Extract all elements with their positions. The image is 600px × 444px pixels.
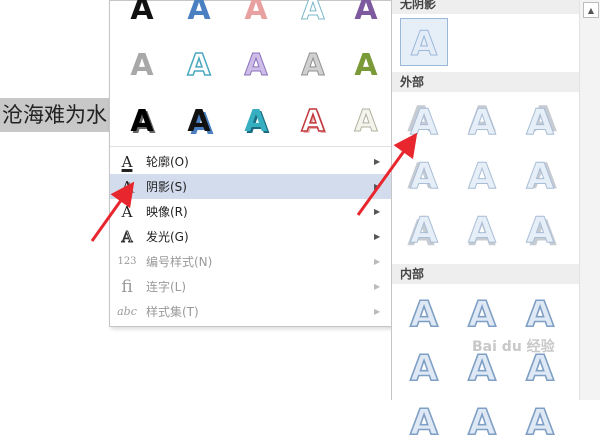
outer-shadow-a-icon: AA — [526, 210, 558, 252]
outer-shadow-option-6[interactable]: AA — [516, 150, 564, 198]
glow-a-icon: A — [121, 227, 133, 246]
effect-style-r1c1[interactable]: A — [122, 0, 162, 29]
outer-shadow-option-2[interactable]: AA — [458, 96, 506, 144]
outer-shadow-a-icon: AA — [526, 156, 558, 198]
shadow-option-none[interactable]: A — [400, 18, 448, 66]
chevron-right-icon: ▶ — [374, 232, 381, 241]
effect-style-r2c3[interactable]: A — [236, 45, 276, 85]
inner-shadow-option-8[interactable]: A — [458, 396, 506, 444]
svg-text:A: A — [410, 348, 438, 389]
svg-text:A: A — [468, 210, 496, 251]
outer-shadow-a-icon: AA — [407, 210, 439, 252]
text-effect-gallery: A A A A A A A A A A A A A A A — [110, 0, 392, 146]
outer-shadow-a-icon: AA — [407, 99, 439, 143]
svg-text:A: A — [410, 402, 438, 443]
outer-shadow-option-9[interactable]: AA — [516, 204, 564, 252]
svg-text:A: A — [410, 156, 438, 197]
chevron-right-icon: ▶ — [374, 182, 381, 191]
menu-item-outline[interactable]: A 轮廓(O) ▶ — [110, 149, 392, 174]
shadow-a-icon: A — [121, 177, 133, 196]
outline-a-icon: A — [121, 152, 133, 171]
submenu-scrollbar[interactable]: ▲ — [579, 0, 600, 400]
style-set-icon: abc — [117, 305, 137, 318]
outer-shadow-option-1[interactable]: AA — [400, 96, 448, 144]
menu-item-glow[interactable]: A 发光(G) ▶ — [110, 224, 392, 249]
effect-style-r3c2[interactable]: A — [179, 101, 219, 141]
effect-style-r2c2[interactable]: A — [179, 45, 219, 85]
menu-item-number-style[interactable]: 123 编号样式(N) ▶ — [110, 249, 392, 274]
svg-text:A: A — [526, 156, 554, 197]
document-selected-text: 沧海难为水 — [0, 98, 112, 132]
svg-text:A: A — [468, 102, 496, 143]
outer-shadow-a-icon: AA — [407, 156, 439, 198]
inner-shadow-a-icon: A — [467, 293, 497, 335]
section-header-no-shadow: 无阴影 — [392, 0, 580, 14]
outer-shadow-a-icon: AA — [468, 156, 497, 198]
svg-text:A: A — [526, 210, 554, 251]
menu-separator — [110, 146, 392, 147]
svg-text:A: A — [410, 102, 438, 143]
svg-text:A: A — [411, 24, 438, 62]
inner-shadow-a-icon: A — [525, 293, 555, 335]
outer-shadow-option-5[interactable]: AA — [458, 150, 506, 198]
inner-shadow-option-1[interactable]: A — [400, 288, 448, 336]
inner-shadow-a-icon: A — [409, 401, 439, 443]
outer-shadow-a-icon: AA — [468, 99, 497, 143]
section-header-outer: 外部 — [392, 72, 580, 92]
ligature-icon: fi — [121, 276, 133, 297]
effect-style-r1c3[interactable]: A — [236, 0, 276, 29]
outer-shadow-option-7[interactable]: AA — [400, 204, 448, 252]
chevron-right-icon: ▶ — [374, 157, 381, 166]
svg-text:A: A — [410, 294, 438, 335]
shadow-none-a-icon: A — [410, 24, 438, 63]
scroll-up-arrow-icon[interactable]: ▲ — [583, 2, 599, 18]
effect-style-r3c3[interactable]: A — [236, 101, 276, 141]
effect-style-r3c1[interactable]: A — [122, 101, 162, 141]
menu-item-ligature[interactable]: fi 连字(L) ▶ — [110, 274, 392, 299]
text-effects-menu: A A A A A A A A A A A A A A A A 轮廓(O) ▶ … — [109, 0, 393, 327]
svg-text:A: A — [468, 294, 496, 335]
inner-shadow-a-icon: A — [525, 401, 555, 443]
inner-shadow-a-icon: A — [409, 347, 439, 389]
menu-item-style-set[interactable]: abc 样式集(T) ▶ — [110, 299, 392, 324]
chevron-right-icon: ▶ — [374, 307, 381, 316]
svg-text:A: A — [526, 294, 554, 335]
chevron-right-icon: ▶ — [374, 282, 381, 291]
outer-shadow-a-icon: AA — [526, 99, 558, 143]
inner-shadow-a-icon: A — [467, 401, 497, 443]
svg-text:A: A — [526, 102, 554, 143]
effect-style-r1c4[interactable]: A — [293, 0, 333, 29]
inner-shadow-option-3[interactable]: A — [516, 288, 564, 336]
inner-shadow-option-2[interactable]: A — [458, 288, 506, 336]
outer-shadow-option-4[interactable]: AA — [400, 150, 448, 198]
effect-style-r2c5[interactable]: A — [346, 45, 386, 85]
section-header-inner: 内部 — [392, 264, 580, 284]
effect-style-r3c4[interactable]: A — [293, 101, 333, 141]
shadow-submenu: 无阴影 A 外部 AAAAAAAAAAAAAAAAAA 内部 AAAAAAAAA… — [391, 0, 580, 443]
outer-shadow-a-icon: AA — [468, 210, 497, 252]
effect-style-r2c4[interactable]: A — [293, 45, 333, 85]
inner-shadow-a-icon: A — [409, 293, 439, 335]
inner-shadow-option-9[interactable]: A — [516, 396, 564, 444]
effect-style-r1c5[interactable]: A — [346, 0, 386, 29]
menu-item-reflection[interactable]: A 映像(R) ▶ — [110, 199, 392, 224]
reflection-a-icon: A — [121, 202, 133, 221]
chevron-right-icon: ▶ — [374, 257, 381, 266]
effect-style-r1c2[interactable]: A — [179, 0, 219, 29]
effect-style-r3c5[interactable]: A — [346, 101, 386, 141]
menu-item-shadow[interactable]: A 阴影(S) ▶ — [110, 174, 392, 199]
inner-shadow-option-7[interactable]: A — [400, 396, 448, 444]
outer-shadow-option-3[interactable]: AA — [516, 96, 564, 144]
svg-text:A: A — [468, 402, 496, 443]
svg-text:A: A — [526, 402, 554, 443]
outer-shadow-option-8[interactable]: AA — [458, 204, 506, 252]
chevron-right-icon: ▶ — [374, 207, 381, 216]
effect-style-r2c1[interactable]: A — [122, 45, 162, 85]
svg-text:A: A — [410, 210, 438, 251]
number-style-icon: 123 — [117, 256, 137, 267]
inner-shadow-option-4[interactable]: A — [400, 342, 448, 390]
svg-text:A: A — [468, 156, 496, 197]
watermark-logo: Bai du 经验 — [472, 339, 555, 355]
